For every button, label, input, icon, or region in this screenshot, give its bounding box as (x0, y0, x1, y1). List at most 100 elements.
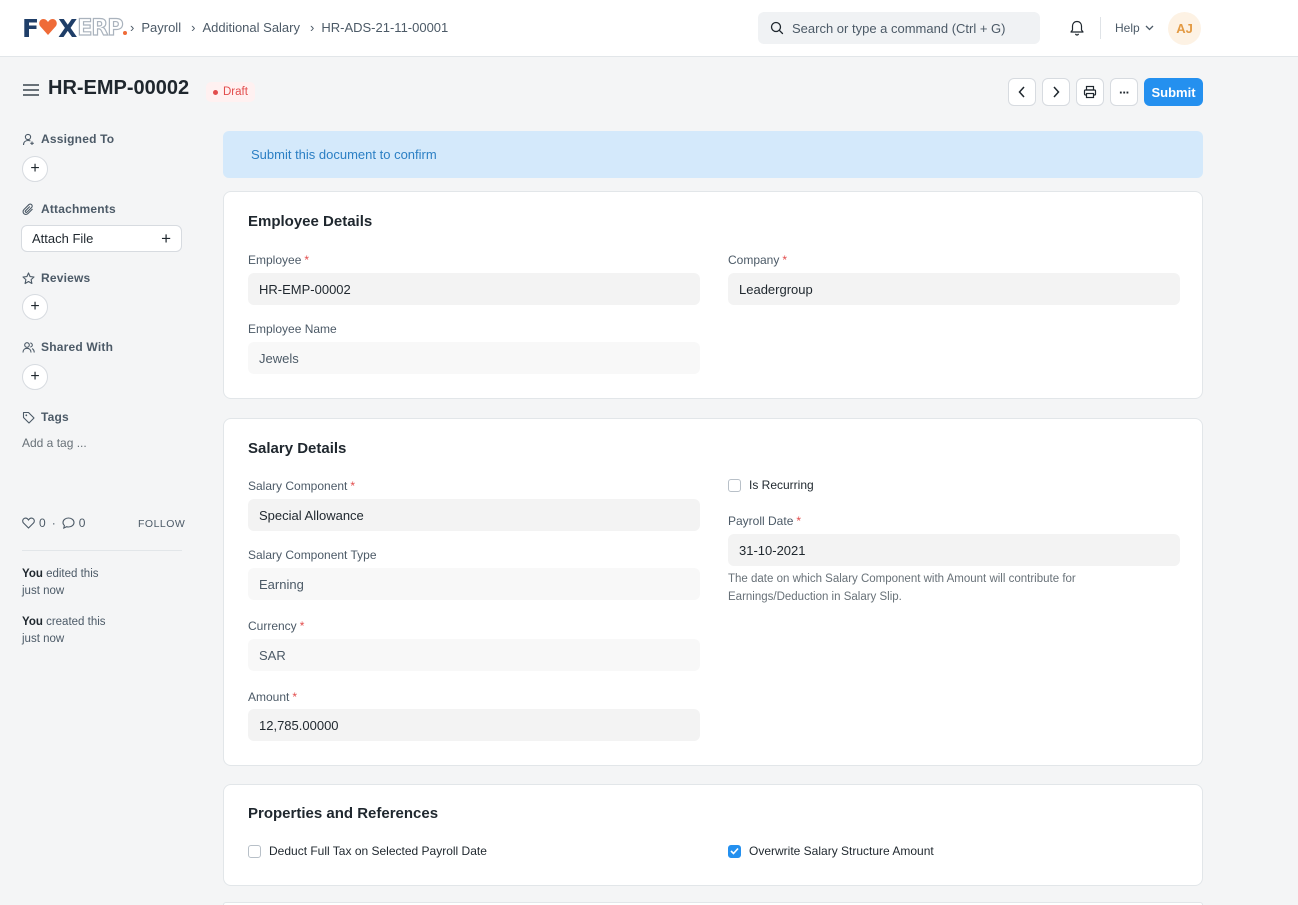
shared-with-text: Shared With (41, 340, 114, 354)
reviews-text: Reviews (41, 271, 91, 285)
plus-icon: + (161, 228, 171, 248)
breadcrumb-payroll[interactable]: Payroll (141, 20, 181, 35)
employee-details-section: Employee Details Employee * HR-EMP-00002 … (223, 191, 1203, 399)
checkbox-box[interactable] (728, 478, 741, 492)
plus-icon: + (30, 298, 40, 315)
checkbox-box[interactable] (248, 844, 261, 858)
status-label: Draft (223, 86, 248, 98)
section-title: Employee Details (248, 213, 373, 230)
separator-dot: · (51, 516, 56, 530)
currency-label: Currency * (248, 619, 305, 633)
star-icon (22, 271, 35, 284)
like-count: 0 (39, 516, 46, 530)
tag-icon (22, 411, 35, 424)
description-line: Earnings/Deduction in Salary Slip. (728, 591, 902, 603)
logo-letter-x: X (58, 13, 77, 43)
attachments-label: Attachments (22, 202, 116, 216)
section-title: Salary Details (248, 440, 347, 457)
chevron-right-icon (1053, 86, 1060, 98)
heart-icon[interactable] (22, 517, 35, 529)
submit-alert: Submit this document to confirm (223, 131, 1203, 178)
employee-name-field: Jewels (248, 342, 700, 374)
employee-field[interactable]: HR-EMP-00002 (248, 273, 700, 305)
is-recurring-checkbox[interactable]: Is Recurring (728, 478, 814, 492)
chevron-left-icon (1018, 86, 1025, 98)
attach-file-button[interactable]: Attach File + (21, 225, 182, 252)
logo-erp: ERP (77, 15, 124, 41)
activity-user: You (22, 616, 43, 628)
attach-file-label: Attach File (32, 231, 94, 246)
add-assignee-button[interactable]: + (22, 156, 48, 182)
check-icon (730, 847, 739, 855)
plus-icon: + (30, 368, 40, 385)
activity-item: You edited this just now (22, 566, 99, 600)
more-menu-button[interactable]: ··· (1110, 78, 1138, 106)
logo-dot (123, 31, 128, 35)
employee-label: Employee * (248, 253, 310, 267)
users-icon (22, 341, 35, 353)
user-icon (22, 133, 34, 145)
deduct-full-tax-label: Deduct Full Tax on Selected Payroll Date (269, 844, 487, 858)
logo-heart-o (38, 14, 58, 43)
tags-text: Tags (41, 410, 69, 424)
overwrite-label: Overwrite Salary Structure Amount (749, 844, 934, 858)
follow-button[interactable]: FOLLOW (138, 518, 185, 530)
help-label: Help (1115, 21, 1140, 35)
breadcrumb: › Payroll › Additional Salary › HR-ADS-2… (130, 20, 458, 35)
help-dropdown[interactable]: Help (1115, 21, 1154, 35)
activity-user: You (22, 568, 43, 580)
amount-field[interactable]: 12,785.00000 (248, 709, 700, 741)
description-line: The date on which Salary Component with … (728, 573, 1076, 585)
payroll-date-description: The date on which Salary Component with … (728, 570, 1148, 606)
checkbox-box-checked[interactable] (728, 844, 741, 858)
chevron-right-icon: › (310, 20, 315, 35)
chevron-down-icon (1145, 25, 1154, 31)
add-share-button[interactable]: + (22, 364, 48, 390)
payroll-date-label: Payroll Date * (728, 514, 802, 528)
comment-count: 0 (78, 516, 86, 530)
properties-section: Properties and References Deduct Full Ta… (223, 784, 1203, 886)
navbar: F X ERP › Payroll › Additional Salary › … (0, 0, 1298, 57)
sidebar-divider (22, 550, 182, 551)
amount-label: Amount * (248, 690, 298, 704)
salary-component-type-label: Salary Component Type (248, 548, 377, 562)
add-review-button[interactable]: + (22, 294, 48, 320)
add-tag-link[interactable]: Add a tag ... (22, 436, 87, 450)
assigned-to-text: Assigned To (41, 132, 115, 146)
paperclip-icon (22, 203, 33, 215)
search-input[interactable] (792, 20, 1032, 36)
logo-letter-f: F (22, 13, 39, 43)
more-dots-icon: ··· (1119, 84, 1130, 100)
next-doc-button[interactable] (1042, 78, 1070, 106)
page-title: HR-EMP-00002 (48, 77, 190, 99)
deduct-full-tax-checkbox[interactable]: Deduct Full Tax on Selected Payroll Date (248, 844, 487, 858)
assigned-to-label: Assigned To (22, 132, 114, 146)
user-avatar[interactable]: AJ (1168, 12, 1201, 45)
navbar-divider (1100, 17, 1101, 39)
comment-icon[interactable] (62, 517, 75, 529)
submit-button[interactable]: Submit (1144, 78, 1203, 106)
app-logo[interactable]: F X ERP (22, 13, 128, 43)
search-bar[interactable] (758, 12, 1040, 44)
company-field[interactable]: Leadergroup (728, 273, 1180, 305)
chevron-right-icon: › (191, 20, 196, 35)
is-recurring-label: Is Recurring (749, 478, 814, 492)
breadcrumb-additional-salary[interactable]: Additional Salary (202, 20, 300, 35)
likes-comments: 0 · 0 (22, 516, 85, 530)
printer-icon (1083, 85, 1097, 99)
notification-bell-icon[interactable] (1068, 19, 1086, 37)
overwrite-salary-structure-checkbox[interactable]: Overwrite Salary Structure Amount (728, 844, 934, 858)
reviews-label: Reviews (22, 271, 90, 285)
status-dot (213, 89, 218, 95)
print-button[interactable] (1076, 78, 1104, 106)
breadcrumb-document[interactable]: HR-ADS-21-11-00001 (321, 20, 448, 35)
payroll-date-field[interactable]: 31-10-2021 (728, 534, 1180, 566)
attachments-text: Attachments (41, 202, 116, 216)
salary-component-field[interactable]: Special Allowance (248, 499, 700, 531)
currency-field: SAR (248, 639, 700, 671)
activity-action: created this (46, 616, 106, 628)
activity-time: just now (22, 633, 65, 645)
previous-doc-button[interactable] (1008, 78, 1036, 106)
sidebar-toggle-icon[interactable] (23, 84, 39, 98)
plus-icon: + (30, 160, 40, 177)
